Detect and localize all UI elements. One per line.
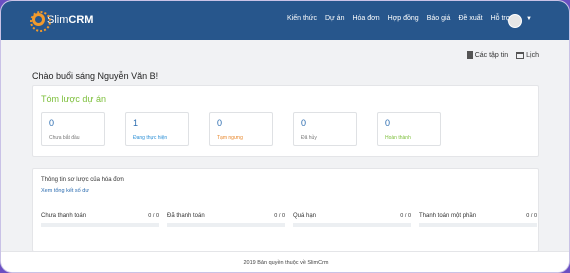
logo-text: SlimCRM <box>47 13 94 26</box>
stat-cancelled[interactable]: 0 Đã hủy <box>293 112 357 146</box>
stat-in-progress[interactable]: 1 Đang thực hiện <box>125 112 189 146</box>
stat-label: Đã hủy <box>301 135 317 141</box>
progress-bar <box>293 223 411 227</box>
stat-value: 1 <box>133 118 139 128</box>
footer: 2019 Bản quyền thuộc về SlimCrm <box>1 251 569 272</box>
avatar[interactable] <box>508 14 522 28</box>
calendar-link[interactable]: Lịch <box>516 51 539 59</box>
nav-contracts[interactable]: Hợp đồng <box>388 15 419 22</box>
stat-value: 0 <box>385 118 391 128</box>
stat-value: 0 <box>301 118 307 128</box>
project-summary-card: Tóm lược dự án 0 Chưa bắt đầu 1 Đang thự… <box>32 85 539 157</box>
page-toolbar: Các tập tin Lịch <box>466 51 539 59</box>
chevron-down-icon[interactable]: ▼ <box>526 16 532 22</box>
card-title: Tóm lược dự án <box>41 94 106 104</box>
invoice-label: Quá hạn <box>293 213 317 219</box>
invoice-label: Chưa thanh toán <box>41 213 87 219</box>
stat-paused[interactable]: 0 Tạm ngưng <box>209 112 273 146</box>
invoice-summary-card: Thông tin sơ lược của hóa đơn Xem tổng k… <box>32 168 539 252</box>
nav-quotes[interactable]: Báo giá <box>427 15 451 22</box>
stat-not-started[interactable]: 0 Chưa bắt đầu <box>41 112 105 146</box>
stat-label: Hoàn thành <box>385 135 411 141</box>
invoice-count: 0 / 0 <box>526 213 537 219</box>
invoice-count: 0 / 0 <box>400 213 411 219</box>
stat-value: 0 <box>217 118 223 128</box>
logo[interactable]: SlimCRM <box>30 11 94 32</box>
nav-projects[interactable]: Dự án <box>325 15 344 22</box>
card-title: Thông tin sơ lược của hóa đơn <box>41 177 124 183</box>
app-window: SlimCRM Kiến thức Dự án Hóa đơn Hợp đồng… <box>0 0 570 273</box>
stat-label: Đang thực hiện <box>133 135 168 141</box>
stat-completed[interactable]: 0 Hoàn thành <box>377 112 441 146</box>
nav-invoices[interactable]: Hóa đơn <box>352 15 379 22</box>
stat-label: Tạm ngưng <box>217 135 243 141</box>
calendar-label: Lịch <box>526 51 539 59</box>
progress-bar <box>419 223 537 227</box>
files-link[interactable]: Các tập tin <box>466 51 509 59</box>
invoice-label: Thanh toán một phần <box>419 213 477 219</box>
file-icon <box>466 51 473 59</box>
progress-bar <box>41 223 159 227</box>
progress-bar <box>167 223 285 227</box>
invoice-count: 0 / 0 <box>148 213 159 219</box>
gear-logo-icon <box>30 11 51 32</box>
main-nav: Kiến thức Dự án Hóa đơn Hợp đồng Báo giá… <box>287 15 518 22</box>
invoice-label: Đã thanh toán <box>167 213 205 219</box>
copyright-text: 2019 Bản quyền thuộc về SlimCrm <box>243 260 329 266</box>
nav-proposals[interactable]: Đề xuất <box>458 15 482 22</box>
stat-value: 0 <box>49 118 55 128</box>
files-label: Các tập tin <box>474 51 509 59</box>
invoice-count: 0 / 0 <box>274 213 285 219</box>
stat-label: Chưa bắt đầu <box>49 135 80 141</box>
calendar-icon <box>516 51 525 59</box>
nav-knowledge[interactable]: Kiến thức <box>287 15 317 22</box>
greeting: Chào buổi sáng Nguyễn Văn B! <box>32 71 159 81</box>
top-navbar: SlimCRM Kiến thức Dự án Hóa đơn Hợp đồng… <box>1 1 569 40</box>
view-balance-link[interactable]: Xem tổng kết số dư <box>41 188 89 194</box>
